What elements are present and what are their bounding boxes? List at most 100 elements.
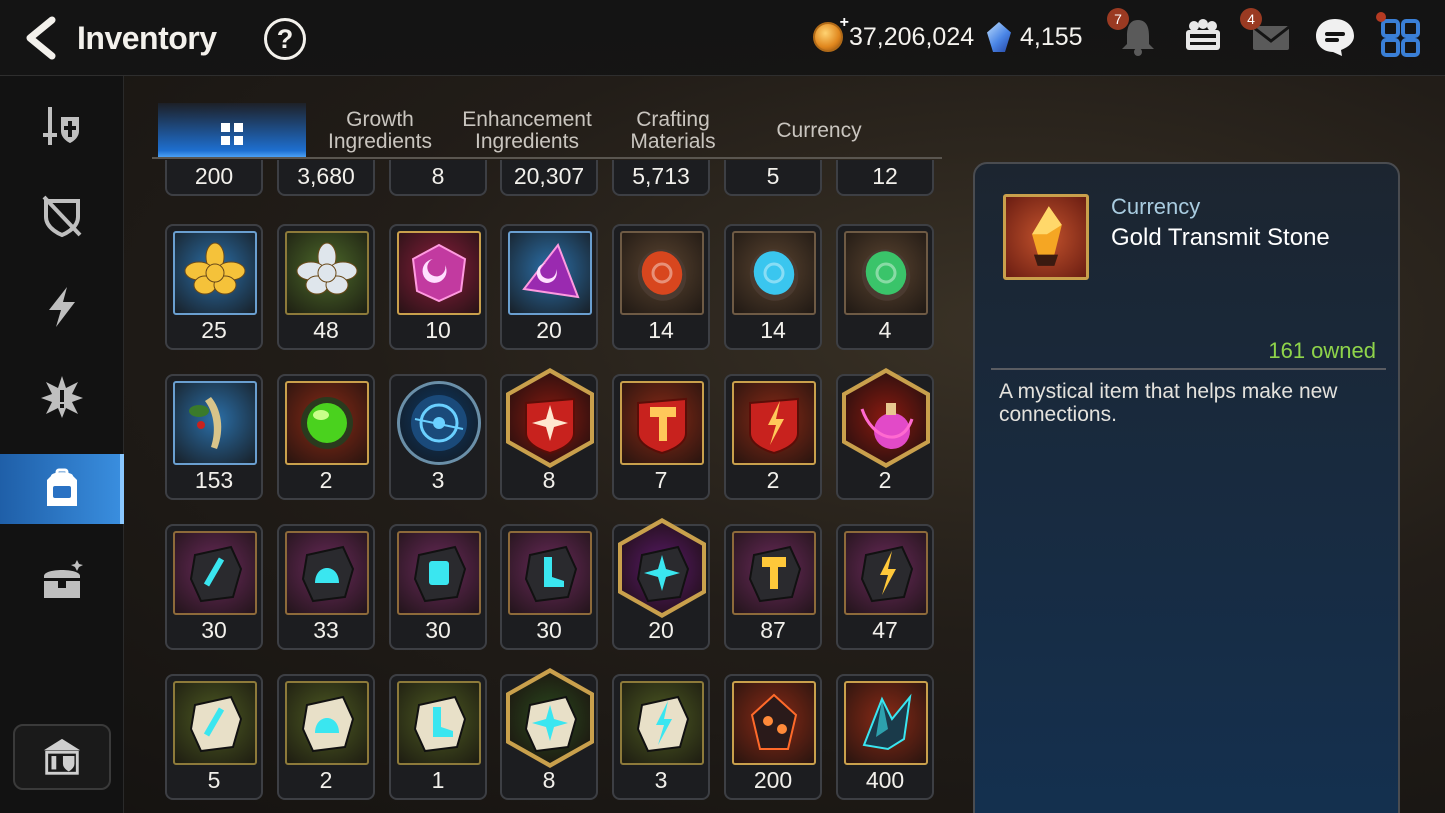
tab-crafting-materials[interactable]: Crafting Materials [604,103,742,159]
inventory-slot[interactable]: 1 [389,674,487,800]
item-count: 3 [431,467,445,493]
silver-flower-icon [296,242,358,295]
inventory-slot[interactable]: 87 [724,524,822,650]
chat-button[interactable] [1314,16,1356,58]
inventory-slot[interactable]: 5 [165,674,263,800]
inventory-slot[interactable]: 2 [277,374,375,500]
item-count: 2 [319,767,333,793]
backpack-icon [47,468,77,506]
item-count: 7 [654,467,668,493]
detail-divider [991,368,1386,370]
inventory-slot[interactable]: 3,680 [277,160,375,196]
item-count: 14 [648,317,674,343]
inventory-slot[interactable]: 2 [277,674,375,800]
pink-potion-icon [860,403,914,449]
shop-building-icon [43,738,81,775]
inventory-slot[interactable]: 5 [724,160,822,196]
help-button[interactable]: ? [264,18,306,60]
item-count: 14 [760,317,786,343]
inventory-slot[interactable]: 4 [836,224,934,350]
item-count: 1 [431,767,445,793]
inventory-slot[interactable]: 30 [165,524,263,650]
chat-icon [1316,19,1354,56]
menu-alert-dot [1376,12,1386,22]
inventory-slot[interactable]: 48 [277,224,375,350]
treasure-chest-icon [44,560,83,598]
inventory-slot[interactable]: 2 [724,374,822,500]
item-count: 48 [313,317,339,343]
item-count: 87 [760,617,786,643]
item-count: 33 [313,617,339,643]
item-detail-panel: Currency Gold Transmit Stone 161 owned A… [973,162,1400,813]
item-owned-count: 161 owned [1268,338,1376,363]
item-count: 2 [766,467,780,493]
sidebar-item-artifacts[interactable] [0,181,124,251]
notification-bell-button[interactable]: 7 [1107,8,1159,58]
inventory-slot[interactable]: 14 [724,224,822,350]
party-icon [1186,19,1220,50]
item-count: 2 [319,467,333,493]
inventory-slot[interactable]: 5,713 [612,160,710,196]
inventory-slot[interactable]: 14 [612,224,710,350]
notification-badge: 7 [1107,8,1129,30]
cyan-boot-stone-icon [524,545,578,603]
gold-coin-icon: + [813,14,849,52]
sidebar-item-storage[interactable] [0,546,124,616]
item-description: A mystical item that helps make new conn… [999,380,1338,426]
inventory-slot[interactable]: 20 [500,224,598,350]
crystal-amount: 4,155 [1020,22,1083,51]
back-arrow-icon[interactable] [22,16,62,60]
sidebar-item-specialty[interactable] [0,362,124,432]
item-category: Currency [1111,194,1201,219]
party-button[interactable] [1182,16,1224,58]
inventory-slot[interactable]: 20 [612,518,710,650]
inventory-slot[interactable]: 25 [165,224,263,350]
item-count: 8 [542,467,556,493]
item-count: 20 [648,617,674,643]
main-menu-button[interactable] [1376,12,1422,58]
item-count: 8 [431,163,445,189]
inventory-slot[interactable]: 8 [500,668,598,800]
item-count: 3 [654,767,668,793]
inventory-slot[interactable]: 200 [165,160,263,196]
category-sidebar [0,76,124,813]
tab-enhancement-ingredients[interactable]: Enhancement Ingredients [454,103,600,159]
gold-counter[interactable]: + 37,206,024 [813,14,974,52]
inventory-slot[interactable]: 8 [500,368,598,500]
inventory-slot[interactable]: 3 [612,674,710,800]
inventory-slot[interactable]: 8 [389,160,487,196]
sidebar-item-inventory[interactable] [0,454,124,524]
inventory-slot[interactable]: 47 [836,524,934,650]
inventory-slot[interactable]: 2 [836,368,934,500]
sidebar-item-equipment[interactable] [0,91,124,161]
inventory-slot[interactable]: 12 [836,160,934,196]
inventory-slot[interactable]: 3 [389,374,487,500]
tab-currency[interactable]: Currency [746,103,892,159]
lightning-icon [49,287,75,327]
blue-circuit-orb-icon [411,395,467,451]
inventory-slot[interactable]: 33 [277,524,375,650]
broken-shield-icon [42,195,82,238]
red-hammer-shield-icon [637,397,687,455]
gold-transmit-stone-icon [1003,194,1089,280]
inventory-slot[interactable]: 30 [389,524,487,650]
white-helmet-stone-icon [301,695,355,753]
mail-button[interactable]: 4 [1240,8,1292,58]
item-count: 30 [425,617,451,643]
inventory-slot[interactable]: 153 [165,374,263,500]
tab-growth-ingredients[interactable]: Growth Ingredients [310,103,450,159]
inventory-slot[interactable]: 7 [612,374,710,500]
inventory-grid[interactable]: 200 3,680 8 20,307 5,713 5 12 25 48 10 20 14 14 4 153 2… [158,160,948,813]
item-count: 12 [872,163,898,189]
shop-button[interactable] [13,724,111,790]
inventory-slot[interactable]: 10 [389,224,487,350]
inventory-slot[interactable]: 30 [500,524,598,650]
inventory-slot[interactable]: 400 [836,674,934,800]
inventory-slot[interactable]: 200 [724,674,822,800]
tab-all[interactable] [158,103,306,159]
item-count: 47 [872,617,898,643]
sidebar-item-catalysts[interactable] [0,272,124,342]
crystal-counter[interactable]: 4,155 [984,22,1083,52]
inventory-slot[interactable]: 20,307 [500,160,598,196]
white-bolt-stone-icon [636,695,690,753]
